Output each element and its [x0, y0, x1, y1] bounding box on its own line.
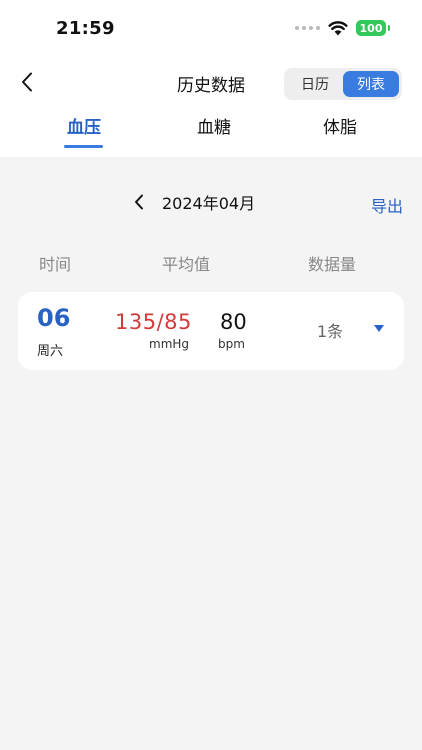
status-time: 21:59 — [56, 18, 115, 39]
pulse-value: 80 — [220, 310, 247, 334]
wifi-icon — [328, 21, 348, 36]
pulse-unit: bpm — [218, 337, 245, 351]
signal-icon — [295, 26, 320, 30]
battery-icon: 100 — [356, 20, 390, 36]
export-button[interactable]: 导出 — [371, 193, 403, 217]
column-header-count: 数据量 — [308, 255, 357, 274]
column-header-time: 时间 — [39, 255, 72, 274]
month-prev-chevron-icon — [135, 194, 143, 210]
list-view-button[interactable]: 列表 — [343, 71, 399, 97]
tab-body-fat[interactable]: 体脂 — [316, 113, 364, 138]
record-card[interactable]: 06 周六 135/85 mmHg 80 bpm 1条 — [18, 292, 404, 370]
blood-pressure-unit: mmHg — [149, 337, 190, 351]
expand-triangle-icon[interactable] — [374, 325, 384, 333]
column-header-average: 平均值 — [162, 255, 211, 274]
calendar-view-button[interactable]: 日历 — [287, 71, 343, 97]
record-weekday: 周六 — [37, 344, 64, 359]
tab-blood-pressure[interactable]: 血压 — [64, 113, 104, 138]
month-prev-button[interactable] — [128, 190, 150, 214]
record-day: 06 — [37, 304, 71, 332]
active-tab-indicator — [64, 145, 103, 148]
record-count: 1条 — [317, 322, 344, 341]
status-indicators: 100 — [295, 18, 390, 38]
tab-blood-sugar[interactable]: 血糖 — [190, 113, 238, 138]
view-toggle: 日历 列表 — [284, 68, 402, 100]
month-label: 2024年04月 — [162, 194, 256, 213]
blood-pressure-value: 135/85 — [115, 310, 192, 334]
